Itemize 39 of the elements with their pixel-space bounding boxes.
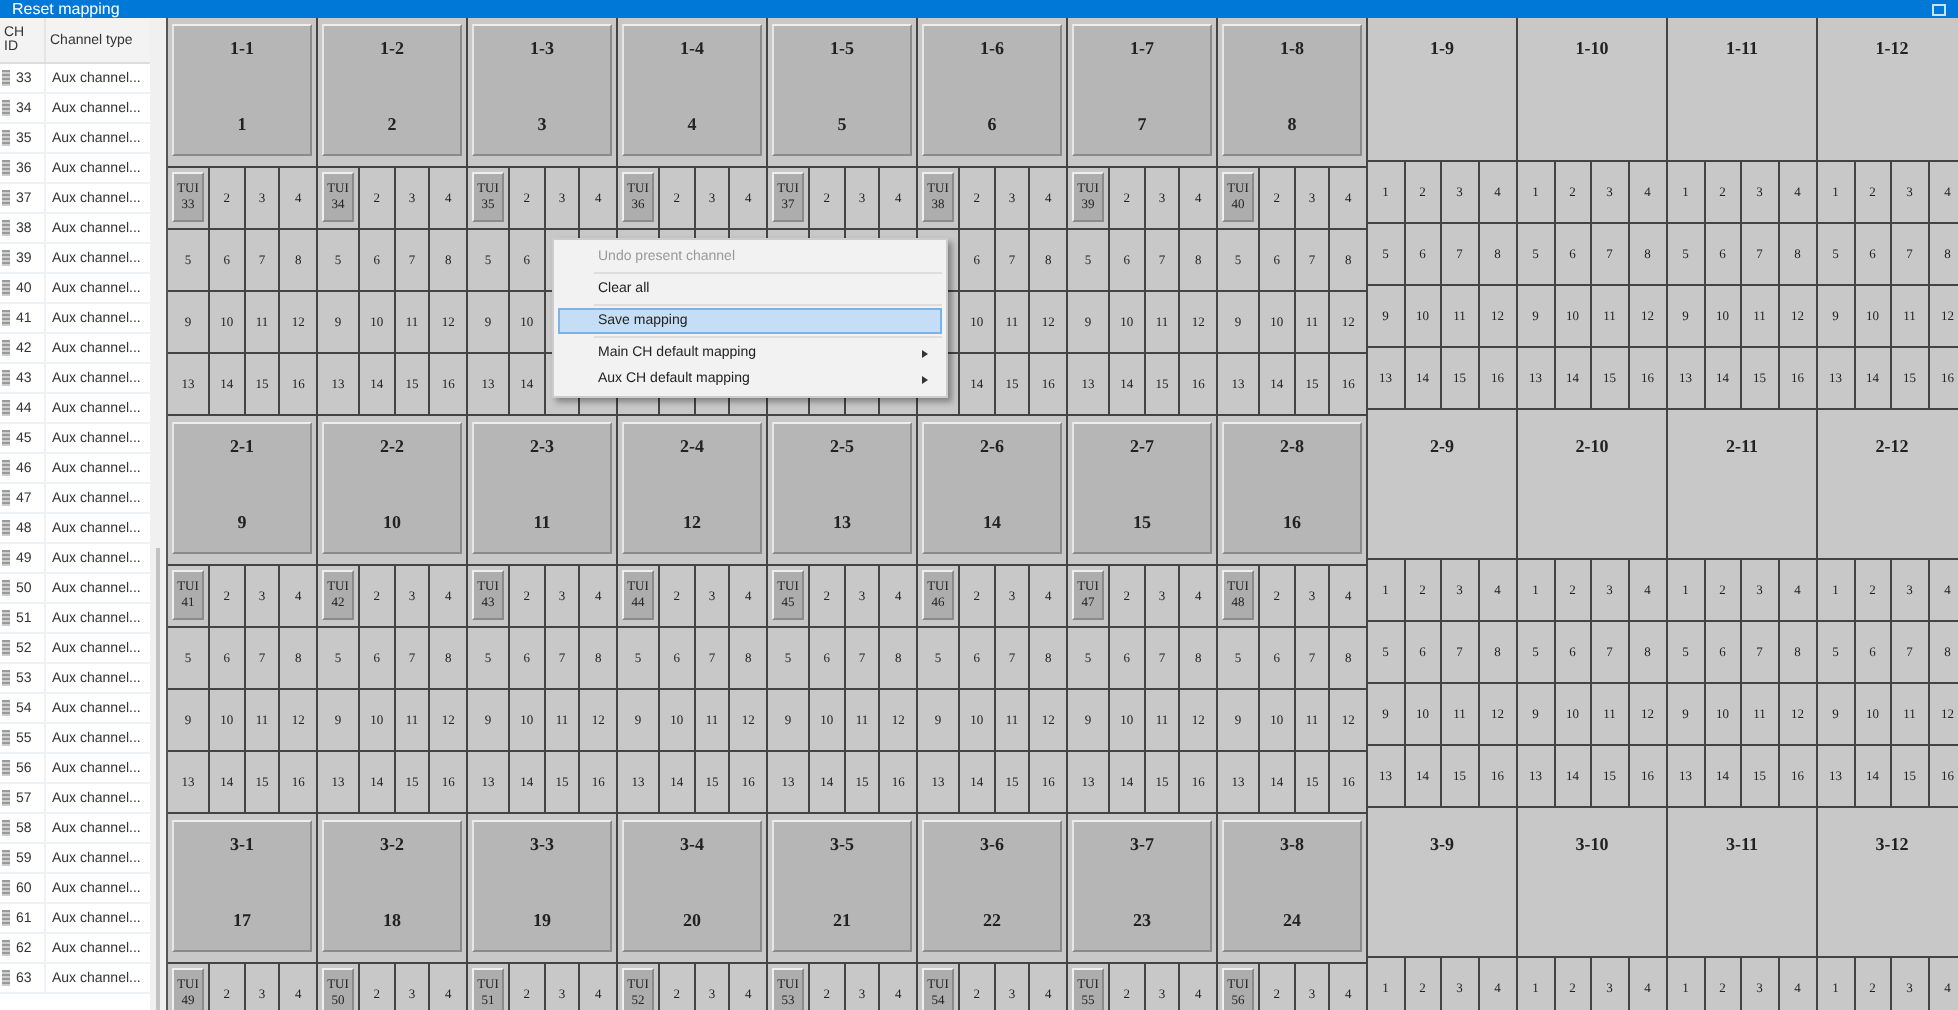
mapping-tile[interactable]: 3-4 20 xyxy=(622,820,762,952)
mapping-tile[interactable]: 1-6 6 xyxy=(922,24,1062,156)
mapping-tile[interactable]: 3-11 xyxy=(1668,814,1816,958)
mapping-tile[interactable]: 2-10 xyxy=(1518,416,1666,560)
mapping-tile[interactable]: 3-9 xyxy=(1368,814,1516,958)
mapping-tile[interactable]: 2-9 xyxy=(1368,416,1516,560)
window-title: Reset mapping xyxy=(12,0,120,18)
mapping-tile[interactable]: 2-5 13 xyxy=(772,422,912,554)
mapping-tile[interactable]: 3-5 21 xyxy=(772,820,912,952)
mapping-tile[interactable]: 3-10 xyxy=(1518,814,1666,958)
mapping-tile[interactable]: 2-1 9 xyxy=(172,422,312,554)
mapping-tile[interactable]: 3-6 22 xyxy=(922,820,1062,952)
mapping-tile[interactable]: 3-2 18 xyxy=(322,820,462,952)
mapping-tile[interactable]: 1-11 xyxy=(1668,18,1816,162)
mapping-tile[interactable]: 2-4 12 xyxy=(622,422,762,554)
mapping-tile[interactable]: 1-8 8 xyxy=(1222,24,1362,156)
mapping-tile[interactable]: 1-4 4 xyxy=(622,24,762,156)
mapping-tile[interactable]: 2-2 10 xyxy=(322,422,462,554)
mapping-tile[interactable]: 2-11 xyxy=(1668,416,1816,560)
mapping-tile[interactable]: 3-3 19 xyxy=(472,820,612,952)
restore-icon[interactable] xyxy=(1932,3,1946,15)
mapping-tile[interactable]: 3-7 23 xyxy=(1072,820,1212,952)
mapping-tile[interactable]: 3-8 24 xyxy=(1222,820,1362,952)
mapping-tile[interactable]: 1-7 7 xyxy=(1072,24,1212,156)
mapping-tile[interactable]: 2-7 15 xyxy=(1072,422,1212,554)
mapping-tile[interactable]: 3-12 xyxy=(1818,814,1958,958)
mapping-tile[interactable]: 2-12 xyxy=(1818,416,1958,560)
scrollbar-thumb[interactable] xyxy=(156,548,160,1010)
mapping-tile[interactable]: 1-9 xyxy=(1368,18,1516,162)
mapping-tile[interactable]: 1-5 5 xyxy=(772,24,912,156)
mapping-tile[interactable]: 2-8 16 xyxy=(1222,422,1362,554)
mapping-tile[interactable]: 1-1 1 xyxy=(172,24,312,156)
mapping-tile[interactable]: 1-12 xyxy=(1818,18,1958,162)
mapping-tile[interactable]: 2-6 14 xyxy=(922,422,1062,554)
mapping-tile[interactable]: 1-10 xyxy=(1518,18,1666,162)
mapping-tile[interactable]: 3-1 17 xyxy=(172,820,312,952)
mapping-tile[interactable]: 2-3 11 xyxy=(472,422,612,554)
mapping-tile[interactable]: 1-2 2 xyxy=(322,24,462,156)
mapping-tile[interactable]: 1-3 3 xyxy=(472,24,612,156)
